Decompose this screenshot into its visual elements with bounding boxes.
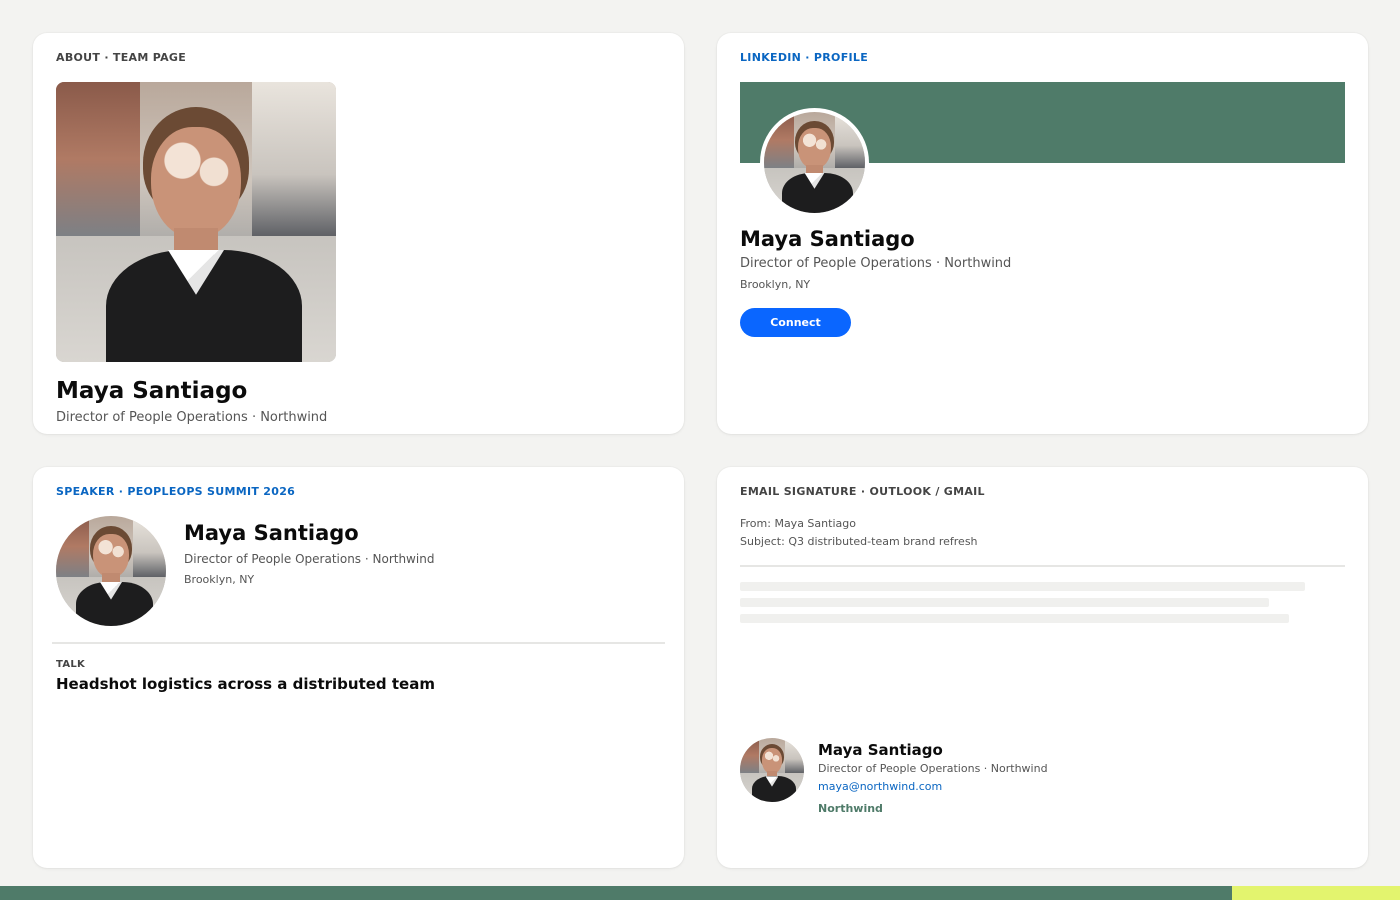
speaker-title: Director of People Operations · Northwin… xyxy=(184,552,435,566)
email-body-placeholder-line xyxy=(740,598,1269,607)
signature-email-link[interactable]: maya@northwind.com xyxy=(818,780,942,793)
speaker-name: Maya Santiago xyxy=(184,521,359,545)
team-page-kicker: ABOUT · TEAM PAGE xyxy=(56,51,187,64)
person-name: Maya Santiago xyxy=(56,378,248,404)
profile-headline: Director of People Operations · Northwin… xyxy=(740,256,1012,271)
email-header-divider xyxy=(740,565,1345,567)
connect-button[interactable]: Connect xyxy=(740,308,851,337)
signature-title: Director of People Operations · Northwin… xyxy=(818,762,1048,775)
linkedin-kicker: LINKEDIN · PROFILE xyxy=(740,51,869,64)
talk-title: Headshot logistics across a distributed … xyxy=(56,675,435,693)
signature-name: Maya Santiago xyxy=(818,741,943,759)
speaker-divider xyxy=(52,642,665,644)
speaker-location: Brooklyn, NY xyxy=(184,573,255,586)
person-title: Director of People Operations · Northwin… xyxy=(56,410,328,425)
profile-location: Brooklyn, NY xyxy=(740,278,811,291)
speaker-avatar xyxy=(56,516,166,626)
email-subject: Subject: Q3 distributed-team brand refre… xyxy=(740,535,978,548)
email-body-placeholder-line xyxy=(740,582,1305,591)
profile-name: Maya Santiago xyxy=(740,227,915,251)
email-body-placeholder-line xyxy=(740,614,1289,623)
brand-bar-green xyxy=(0,886,1232,900)
headshot-photo xyxy=(56,82,336,362)
email-signature-card: EMAIL SIGNATURE · OUTLOOK / GMAIL From: … xyxy=(717,467,1368,868)
avatar[interactable] xyxy=(764,112,865,213)
linkedin-profile-card: LINKEDIN · PROFILE Maya Santiago Directo… xyxy=(717,33,1368,434)
signature-company: Northwind xyxy=(818,802,883,815)
speaker-kicker: SPEAKER · PEOPLEOPS SUMMIT 2026 xyxy=(56,485,296,498)
email-from: From: Maya Santiago xyxy=(740,517,856,530)
talk-label: TALK xyxy=(56,659,86,670)
brand-bar-lime xyxy=(1232,886,1400,900)
email-kicker: EMAIL SIGNATURE · OUTLOOK / GMAIL xyxy=(740,485,985,498)
speaker-card: SPEAKER · PEOPLEOPS SUMMIT 2026 Maya San… xyxy=(33,467,684,868)
signature-avatar xyxy=(740,738,804,802)
team-page-card: ABOUT · TEAM PAGE Maya Santiago Director… xyxy=(33,33,684,434)
